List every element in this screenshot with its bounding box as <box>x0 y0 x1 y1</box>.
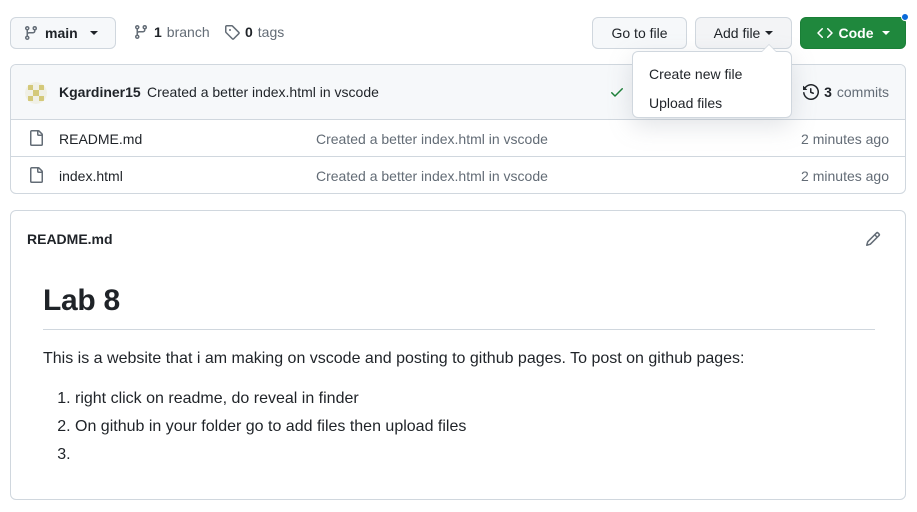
history-icon <box>803 84 820 100</box>
commit-label: commits <box>836 84 889 100</box>
file-row: README.md Created a better index.html in… <box>11 120 905 157</box>
pencil-icon[interactable] <box>865 231 881 247</box>
commit-message[interactable]: Created a better index.html in vscode <box>147 84 379 100</box>
file-icon <box>30 167 43 183</box>
menu-item-upload-files[interactable]: Upload files <box>633 89 791 118</box>
git-branch-icon <box>24 26 37 41</box>
code-label: Code <box>838 25 874 41</box>
file-name[interactable]: index.html <box>59 168 123 184</box>
add-file-dropdown-menu: Create new file Upload files <box>632 44 792 118</box>
readme-header: README.md <box>11 211 905 266</box>
list-item: right click on readme, do reveal in find… <box>75 389 875 409</box>
branch-label: branch <box>166 24 210 40</box>
readme-paragraph: This is a website that i am making on vs… <box>43 350 745 367</box>
branch-count: 1 <box>154 24 162 40</box>
chevron-down-icon <box>765 31 774 35</box>
add-file-button[interactable]: Add file <box>695 17 792 49</box>
list-item <box>75 445 875 465</box>
go-to-file-button[interactable]: Go to file <box>592 17 687 49</box>
file-name[interactable]: README.md <box>59 131 142 147</box>
branch-selector-button[interactable]: main <box>10 17 116 49</box>
readme-heading: Lab 8 <box>43 281 875 330</box>
avatar[interactable] <box>25 82 47 104</box>
identicon <box>25 82 47 104</box>
readme-content: Lab 8 This is a website that i am making… <box>43 281 875 473</box>
chevron-down-icon <box>881 31 890 35</box>
commits-link[interactable]: 3 commits <box>803 84 889 100</box>
branches-link[interactable]: 1 branch <box>133 24 210 40</box>
tags-link[interactable]: 0 tags <box>224 24 284 40</box>
commit-count: 3 <box>824 84 832 100</box>
tag-icon <box>225 25 240 40</box>
check-icon[interactable] <box>609 84 625 100</box>
file-row: index.html Created a better index.html i… <box>11 157 905 193</box>
file-age: 2 minutes ago <box>801 168 889 184</box>
tag-count: 0 <box>245 24 253 40</box>
branch-name: main <box>45 25 78 41</box>
chevron-down-icon <box>89 31 98 35</box>
commit-author[interactable]: Kgardiner15 <box>59 84 141 100</box>
menu-item-create-new-file[interactable]: Create new file <box>633 60 791 89</box>
file-commit-message[interactable]: Created a better index.html in vscode <box>316 168 548 184</box>
add-file-label: Add file <box>713 25 761 41</box>
notification-dot <box>901 13 909 21</box>
readme-filename[interactable]: README.md <box>27 231 113 247</box>
file-icon <box>30 130 43 146</box>
git-branch-icon <box>134 25 147 40</box>
readme-panel: README.md Lab 8 This is a website that i… <box>10 210 906 500</box>
code-icon <box>816 27 833 39</box>
code-button[interactable]: Code <box>800 17 906 49</box>
file-age: 2 minutes ago <box>801 131 889 147</box>
tag-label: tags <box>257 24 285 40</box>
list-item: On github in your folder go to add files… <box>75 417 875 437</box>
file-commit-message[interactable]: Created a better index.html in vscode <box>316 131 548 147</box>
readme-list: right click on readme, do reveal in find… <box>43 389 875 465</box>
